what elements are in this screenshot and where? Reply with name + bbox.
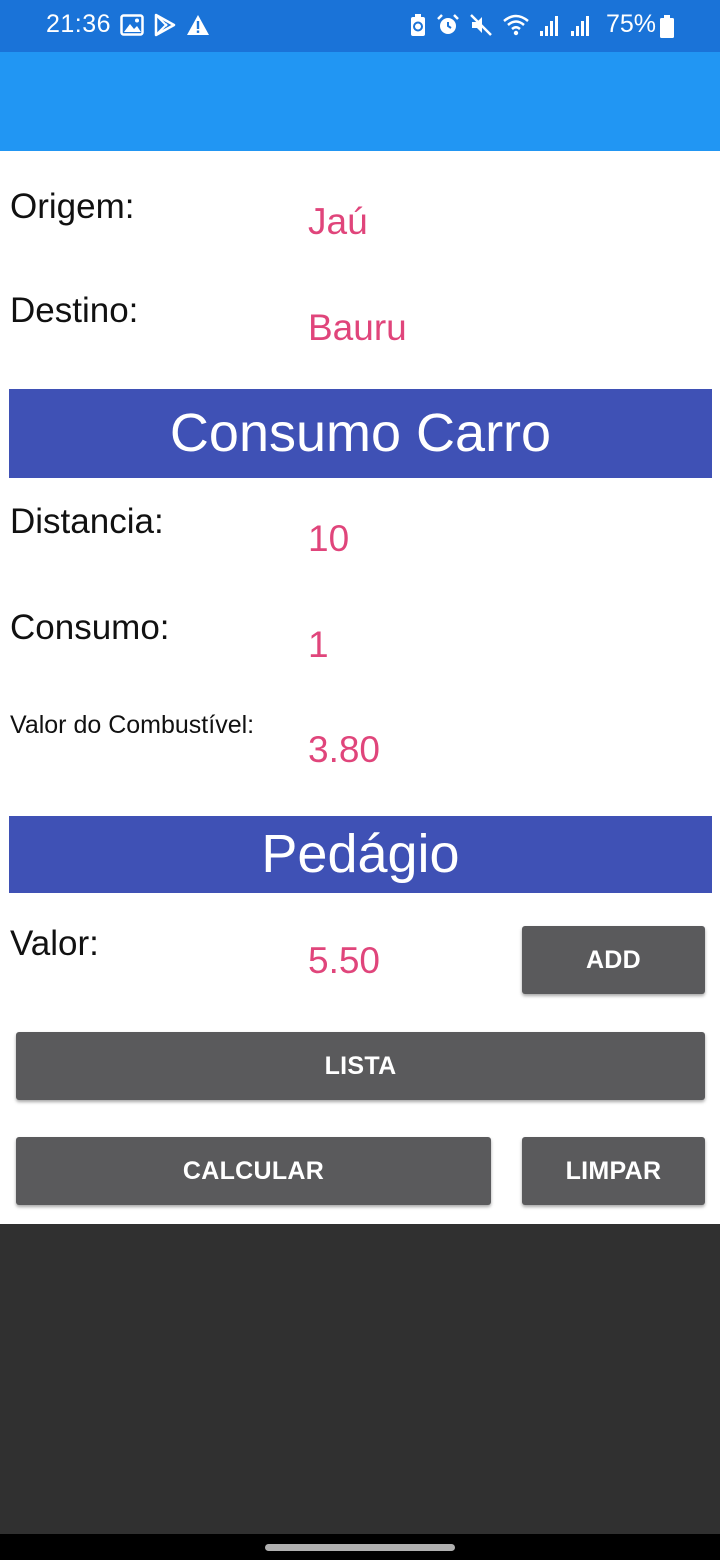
toll-section-header: Pedágio — [9, 816, 712, 893]
distance-label: Distancia: — [10, 502, 164, 541]
calculate-button[interactable]: CALCULAR — [16, 1137, 491, 1205]
alarm-icon — [436, 13, 460, 37]
destination-value[interactable]: Bauru — [308, 307, 407, 349]
consumption-value[interactable]: 1 — [308, 624, 329, 666]
toll-value[interactable]: 5.50 — [308, 940, 380, 982]
mute-icon — [469, 13, 493, 37]
battery-icon — [660, 15, 674, 39]
fuel-price-label: Valor do Combustível: — [10, 711, 255, 739]
status-time: 21:36 — [46, 10, 112, 38]
fuel-price-value[interactable]: 3.80 — [308, 729, 380, 771]
clear-button[interactable]: LIMPAR — [522, 1137, 705, 1205]
consumption-section-header: Consumo Carro — [9, 389, 712, 478]
status-right-icons — [409, 13, 592, 37]
destination-label: Destino: — [10, 291, 139, 330]
distance-value[interactable]: 10 — [308, 518, 349, 560]
home-gesture-handle[interactable] — [265, 1544, 455, 1551]
add-button[interactable]: ADD — [522, 926, 705, 994]
signal-icon — [539, 13, 561, 37]
signal-icon — [570, 13, 592, 37]
toll-value-label: Valor: — [10, 924, 99, 963]
image-icon — [120, 14, 144, 36]
navigation-bar — [0, 1534, 720, 1560]
consumption-label: Consumo: — [10, 608, 170, 647]
recycle-battery-icon — [409, 13, 427, 37]
battery-percent: 75% — [605, 10, 656, 38]
status-bar: 21:36 75% — [0, 0, 720, 52]
list-button[interactable]: LISTA — [16, 1032, 705, 1100]
status-left-icons — [120, 13, 210, 37]
origin-label: Origem: — [10, 187, 135, 226]
play-store-icon — [154, 13, 176, 37]
empty-area — [0, 1224, 720, 1534]
main-content: Origem: Jaú Destino: Bauru Consumo Carro… — [0, 151, 720, 1224]
warning-icon — [186, 14, 210, 36]
app-bar — [0, 52, 720, 151]
origin-value[interactable]: Jaú — [308, 201, 368, 243]
wifi-icon — [502, 13, 530, 37]
